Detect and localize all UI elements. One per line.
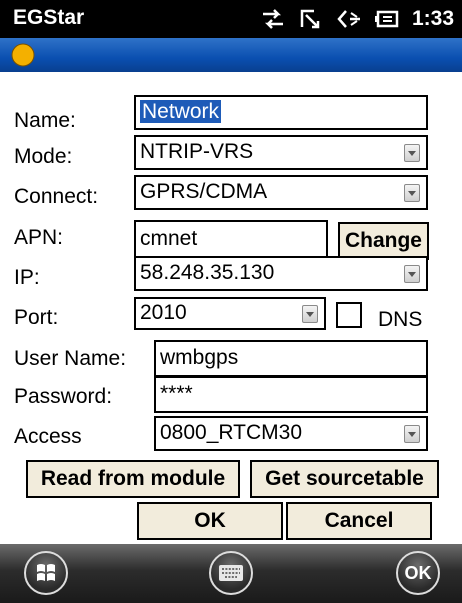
port-select[interactable]: 2010 bbox=[134, 297, 326, 330]
mode-label: Mode: bbox=[14, 145, 73, 168]
name-value: Network bbox=[140, 100, 222, 123]
egstar-logo-icon[interactable] bbox=[10, 42, 36, 68]
get-sourcetable-button[interactable]: Get sourcetable bbox=[250, 460, 439, 498]
apn-value: cmnet bbox=[140, 227, 198, 250]
taskbar-ok-button[interactable]: OK bbox=[396, 551, 440, 595]
ip-label: IP: bbox=[14, 266, 40, 289]
ip-select[interactable]: 58.248.35.130 bbox=[134, 256, 428, 291]
name-label: Name: bbox=[14, 109, 76, 132]
chevron-down-icon[interactable] bbox=[404, 265, 420, 283]
chevron-down-icon[interactable] bbox=[404, 144, 420, 162]
connect-value: GPRS/CDMA bbox=[140, 180, 268, 203]
signal-icon[interactable] bbox=[298, 7, 324, 31]
name-input[interactable]: Network bbox=[134, 95, 428, 130]
clock: 1:33 bbox=[411, 7, 454, 30]
mode-value: NTRIP-VRS bbox=[140, 140, 254, 163]
taskbar: OK bbox=[0, 544, 462, 603]
ok-button[interactable]: OK bbox=[137, 502, 283, 540]
chevron-down-icon[interactable] bbox=[404, 184, 420, 202]
connect-label: Connect: bbox=[14, 185, 99, 208]
change-button[interactable]: Change bbox=[338, 222, 429, 260]
status-bar: EGStar 1:33 bbox=[0, 0, 462, 38]
ip-value: 58.248.35.130 bbox=[140, 261, 275, 284]
app-title: EGStar bbox=[13, 6, 85, 29]
connect-select[interactable]: GPRS/CDMA bbox=[134, 175, 428, 210]
mode-select[interactable]: NTRIP-VRS bbox=[134, 135, 428, 170]
volume-icon[interactable] bbox=[336, 7, 362, 31]
read-from-module-button[interactable]: Read from module bbox=[26, 460, 240, 498]
battery-icon[interactable] bbox=[374, 7, 400, 31]
cancel-button[interactable]: Cancel bbox=[286, 502, 432, 540]
apn-label: APN: bbox=[14, 226, 64, 249]
access-select[interactable]: 0800_RTCM30 bbox=[154, 416, 428, 451]
apn-input[interactable]: cmnet bbox=[134, 220, 328, 259]
chevron-down-icon[interactable] bbox=[302, 305, 318, 323]
port-value: 2010 bbox=[140, 301, 187, 324]
user-name-input[interactable]: wmbgps bbox=[154, 340, 428, 377]
connection-icon[interactable] bbox=[260, 7, 286, 31]
password-label: Password: bbox=[14, 385, 113, 408]
user-name-value: wmbgps bbox=[160, 346, 239, 369]
status-icons: 1:33 bbox=[260, 5, 454, 33]
windows-start-icon[interactable] bbox=[24, 551, 68, 595]
chevron-down-icon[interactable] bbox=[404, 425, 420, 443]
user-name-label: User Name: bbox=[14, 347, 127, 370]
port-label: Port: bbox=[14, 306, 59, 329]
app-header bbox=[0, 38, 462, 72]
password-input[interactable]: **** bbox=[154, 376, 428, 413]
keyboard-icon[interactable] bbox=[209, 551, 253, 595]
password-value: **** bbox=[160, 382, 193, 405]
access-value: 0800_RTCM30 bbox=[160, 421, 303, 444]
dns-label: DNS bbox=[378, 308, 423, 331]
dns-checkbox[interactable] bbox=[336, 302, 362, 328]
access-label: Access bbox=[14, 425, 82, 448]
